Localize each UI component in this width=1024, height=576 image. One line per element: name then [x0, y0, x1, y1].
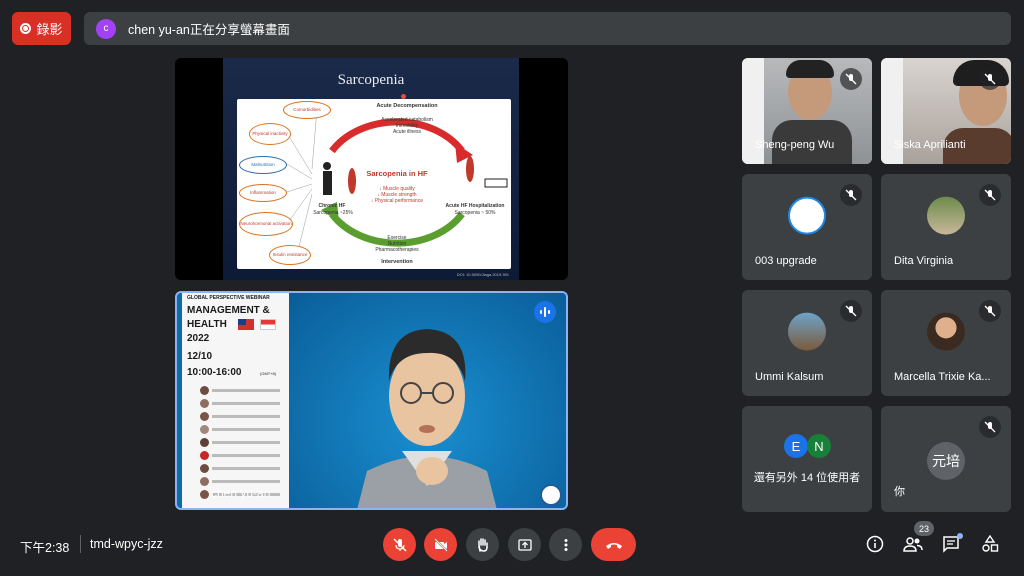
flag-indonesia — [260, 319, 276, 330]
participant-avatar — [788, 196, 826, 235]
info-icon — [866, 535, 884, 553]
mic-off-icon — [979, 416, 1001, 438]
institution-logo — [540, 484, 562, 506]
poster-date: 12/10 — [187, 351, 213, 362]
others-count-label: 還有另外 14 位使用者 — [753, 472, 861, 484]
mic-off-icon — [840, 68, 862, 90]
speaking-indicator-icon — [534, 301, 556, 323]
participant-tile[interactable]: Siska Aprilianti — [881, 58, 1011, 164]
factor-oval: Inflammation — [239, 184, 287, 202]
participant-name: Sheng-peng Wu — [755, 139, 835, 151]
flag-taiwan — [238, 319, 254, 330]
end-call-button[interactable] — [591, 528, 636, 561]
poster-year: 2022 — [187, 333, 210, 344]
participant-tile[interactable]: 003 upgrade — [742, 174, 872, 280]
factor-oval: Insulin resistance — [269, 245, 311, 265]
mic-off-icon — [840, 300, 862, 322]
divider — [80, 535, 81, 553]
camera-toggle-button[interactable] — [424, 528, 457, 561]
participant-avatar — [788, 312, 826, 351]
record-button[interactable]: 錄影 — [12, 12, 71, 45]
bottom-item: Pharmacotherapies — [375, 247, 419, 253]
other-participants-tile[interactable]: E N 還有另外 14 位使用者 — [742, 406, 872, 512]
avatar: N — [807, 434, 831, 458]
participant-avatar — [927, 312, 965, 351]
slide: Sarcopenia Acute Decompensation Accelera… — [223, 58, 519, 280]
poster-tz: (GMT+8) — [260, 371, 277, 376]
participant-tile[interactable]: Sheng-peng Wu — [742, 58, 872, 164]
sharer-avatar: c — [96, 18, 116, 39]
bottom-heading: Intervention — [381, 259, 413, 265]
participant-tile[interactable]: Dita Virginia — [881, 174, 1011, 280]
end-call-icon — [605, 542, 622, 549]
speaker-name: chen yu-an — [211, 486, 271, 500]
avatar: E — [784, 434, 808, 458]
meeting-details-button[interactable] — [862, 531, 888, 557]
self-avatar: 元培 — [927, 442, 965, 480]
speaker-tile[interactable]: GLOBAL PERSPECTIVE WEBINAR MANAGEMENT & … — [175, 291, 568, 510]
present-icon — [517, 538, 532, 551]
poster-header: GLOBAL PERSPECTIVE WEBINAR — [187, 295, 270, 301]
top-heading: Acute Decompensation — [376, 103, 438, 109]
factor-oval: Neurohormonal activation — [239, 212, 293, 236]
participant-name: Ummi Kalsum — [755, 371, 824, 383]
more-options-button[interactable] — [549, 528, 582, 561]
record-label: 錄影 — [36, 22, 63, 37]
left-sub: Sarcopenia ~25% — [313, 210, 353, 216]
center-title: Sarcopenia in HF — [366, 169, 428, 178]
present-button[interactable] — [508, 528, 541, 561]
slide-doi: DOI: 10.5090/Jiaga.2019.391 — [456, 272, 509, 277]
meeting-code: tmd-wpyc-jzz — [90, 537, 163, 551]
participant-count-badge: 23 — [914, 521, 934, 536]
poster-title: MANAGEMENT & — [187, 305, 270, 316]
mic-off-icon — [979, 300, 1001, 322]
slide-diagram: Acute Decompensation Accelerated catabol… — [237, 99, 511, 269]
left-label: Chronic HF — [318, 203, 346, 209]
participant-avatar — [927, 196, 965, 235]
activities-button[interactable] — [977, 531, 1003, 557]
factor-oval: Physical inactivity — [249, 123, 291, 145]
center-item: ↓ Physical performance — [371, 198, 423, 204]
poster-time: 10:00-16:00 — [187, 367, 242, 378]
poster-speakers — [200, 385, 280, 502]
screen-share-banner: c chen yu-an正在分享螢幕畫面 — [84, 12, 1011, 45]
more-vert-icon — [564, 538, 567, 551]
mic-off-icon — [979, 68, 1001, 90]
factor-oval: Comorbidities — [283, 101, 331, 119]
clock: 下午2:38 — [20, 541, 70, 555]
other-avatars: E N — [784, 434, 831, 458]
right-label: Acute HF Hospitalization — [445, 203, 505, 209]
raise-hand-button[interactable] — [466, 528, 499, 561]
top-item: Acute illness — [392, 129, 422, 135]
self-name: 你 — [894, 486, 905, 498]
webinar-poster: GLOBAL PERSPECTIVE WEBINAR MANAGEMENT & … — [182, 293, 289, 508]
raise-hand-icon — [477, 537, 488, 552]
mic-off-icon — [840, 184, 862, 206]
mic-off-icon — [393, 538, 406, 551]
right-sub: Sarcopenia ~ 50% — [454, 210, 496, 216]
factor-oval: Malnutrition — [239, 156, 287, 174]
camera-off-icon — [433, 537, 448, 552]
participant-tile[interactable]: Marcella Trixie Ka... — [881, 290, 1011, 396]
poster-title: HEALTH — [187, 319, 227, 330]
participant-name: Marcella Trixie Ka... — [894, 371, 991, 383]
activities-icon — [982, 535, 999, 552]
participant-tile[interactable]: Ummi Kalsum — [742, 290, 872, 396]
self-tile[interactable]: 元培 你 — [881, 406, 1011, 512]
mic-toggle-button[interactable] — [383, 528, 416, 561]
participant-name: Dita Virginia — [894, 255, 954, 267]
record-icon — [20, 23, 32, 34]
people-icon — [903, 537, 923, 552]
presentation-tile[interactable]: Sarcopenia Acute Decompensation Accelera… — [175, 58, 568, 280]
chat-notification-dot — [957, 533, 963, 539]
participant-name: Siska Aprilianti — [894, 139, 966, 151]
speaker-video — [357, 329, 497, 508]
participant-name: 003 upgrade — [755, 255, 817, 267]
slide-title: Sarcopenia — [337, 72, 405, 88]
mic-off-icon — [979, 184, 1001, 206]
share-status-text: chen yu-an正在分享螢幕畫面 — [128, 23, 290, 37]
